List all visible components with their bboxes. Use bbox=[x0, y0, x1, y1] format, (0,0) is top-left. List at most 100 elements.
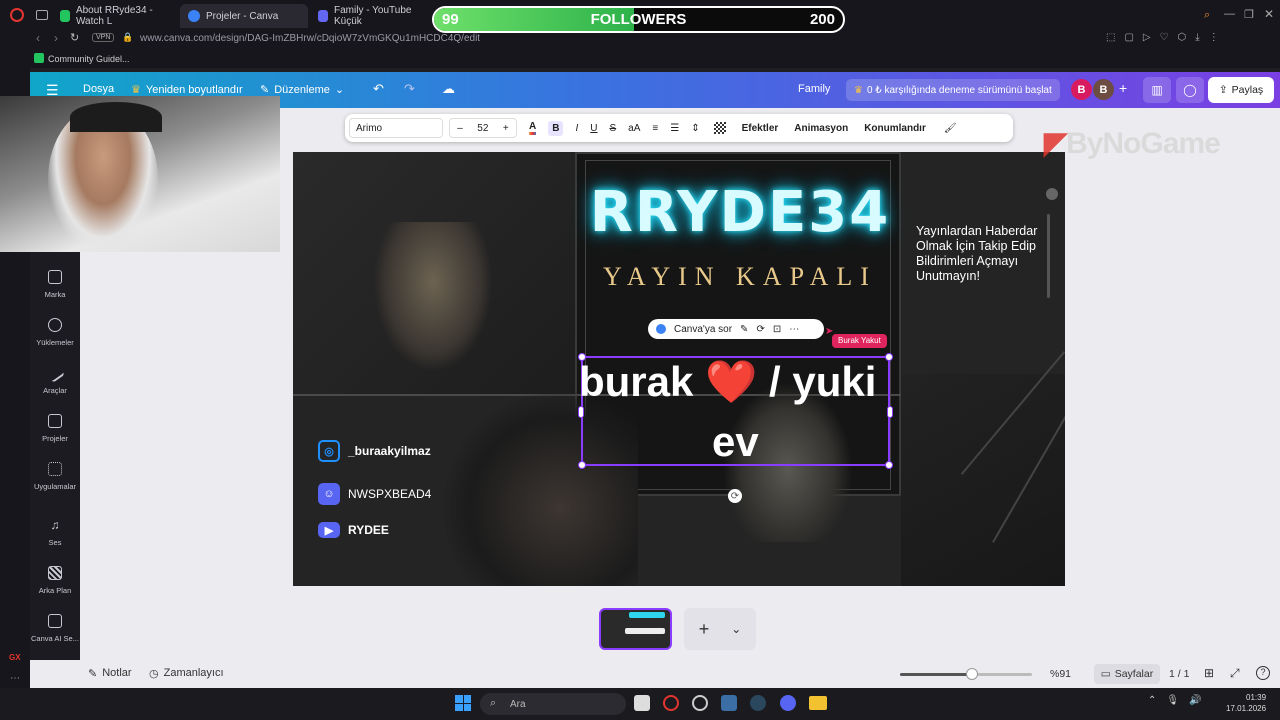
url-field[interactable]: www.canva.com/design/DAG-ImZBHrw/cDqioW7… bbox=[140, 33, 480, 44]
stream-offline-title[interactable]: YAYIN KAPALI bbox=[580, 262, 900, 292]
resize-handle[interactable] bbox=[578, 406, 584, 418]
taskbar-clock[interactable]: 01:39 17.01.2026 bbox=[1226, 692, 1266, 714]
zoom-slider[interactable] bbox=[900, 668, 1032, 680]
sidebar-item-tools[interactable]: Araçlar bbox=[30, 363, 80, 395]
sidebar-item-brand[interactable]: Marka bbox=[30, 270, 80, 299]
social-discord[interactable]: ☺ NWSPXBEAD4 bbox=[318, 483, 431, 505]
file-menu-button[interactable]: Dosya bbox=[83, 83, 114, 95]
help-icon[interactable]: ? bbox=[1256, 666, 1270, 680]
letter-case-icon[interactable]: aA bbox=[628, 123, 640, 134]
text-color-icon[interactable]: A bbox=[529, 121, 537, 135]
gx-icon[interactable]: GX bbox=[9, 653, 21, 662]
close-icon[interactable]: ✕ bbox=[1264, 7, 1274, 21]
chevron-down-icon[interactable]: ⌄ bbox=[731, 622, 741, 636]
resize-handle[interactable] bbox=[887, 406, 893, 418]
follow-reminder-text[interactable]: Yayınlardan Haberdar Olmak İçin Takip Ed… bbox=[916, 224, 1052, 284]
transparency-icon[interactable] bbox=[713, 122, 726, 134]
undo-icon[interactable]: ↶ bbox=[373, 81, 384, 97]
share-button[interactable]: ⇪ Paylaş bbox=[1208, 77, 1274, 103]
back-icon[interactable]: ‹ bbox=[36, 31, 40, 45]
edit-mode-button[interactable]: ✎ Düzenleme ⌄ bbox=[260, 83, 344, 97]
align-center-icon[interactable]: ≡ bbox=[652, 123, 658, 134]
zoom-level[interactable]: %91 bbox=[1050, 668, 1071, 680]
insights-icon[interactable]: ▥ bbox=[1143, 77, 1171, 103]
timer-button[interactable]: ◷ Zamanlayıcı bbox=[149, 667, 224, 680]
sidebar-item-projects[interactable]: Projeler bbox=[30, 414, 80, 443]
bookmark-community-guidelines[interactable]: Community Guidel... bbox=[48, 54, 130, 64]
rotate-icon[interactable]: ⟳ bbox=[756, 324, 764, 335]
resize-handle[interactable] bbox=[885, 461, 893, 469]
neon-title[interactable]: RRYDE34 bbox=[580, 180, 900, 245]
zoom-slider-thumb[interactable] bbox=[966, 668, 978, 680]
ask-canva-pill[interactable]: Canva'ya sor ✎ ⟳ ⊡ ⋯ bbox=[648, 319, 824, 339]
sidebar-item-canva-ai[interactable]: Canva AI Se... bbox=[30, 614, 80, 643]
search-icon[interactable]: ⌕ bbox=[1204, 9, 1210, 22]
reload-icon[interactable]: ↻ bbox=[70, 31, 79, 44]
font-size-value[interactable]: 52 bbox=[477, 123, 488, 134]
sidebar-item-apps[interactable]: Uygulamalar bbox=[30, 462, 80, 491]
resize-handle[interactable] bbox=[578, 461, 586, 469]
social-instagram[interactable]: ◎ _buraakyilmaz bbox=[318, 440, 431, 462]
start-trial-button[interactable]: ♛ 0 ₺ karşılığında deneme sürümünü başlat bbox=[846, 79, 1060, 101]
copy-style-icon[interactable]: 🖌 bbox=[944, 123, 957, 134]
forward-icon[interactable]: › bbox=[54, 31, 58, 45]
font-size-stepper[interactable]: – 52 + bbox=[449, 118, 517, 138]
discord-taskbar-icon[interactable] bbox=[780, 695, 796, 711]
design-text-line2[interactable]: ev bbox=[712, 418, 759, 466]
fullscreen-icon[interactable]: ⤢ bbox=[1230, 666, 1240, 681]
system-tray-icons[interactable]: ⌃🎙🔊 bbox=[1148, 695, 1212, 706]
avatar[interactable]: B bbox=[1071, 79, 1092, 100]
strikethrough-icon[interactable]: S bbox=[609, 123, 616, 134]
animation-button[interactable]: Animasyon bbox=[794, 123, 848, 134]
photo-person-chair[interactable] bbox=[373, 222, 493, 372]
bold-icon[interactable]: B bbox=[548, 120, 564, 136]
taskbar-search[interactable]: ⌕ Ara bbox=[480, 693, 626, 715]
font-family-select[interactable]: Arimo bbox=[349, 118, 443, 138]
lock-icon[interactable]: ⊡ bbox=[773, 324, 781, 335]
tab-canva[interactable]: Projeler - Canva bbox=[180, 4, 308, 28]
maximize-icon[interactable]: ❐ bbox=[1244, 8, 1254, 21]
tab-kick[interactable]: About RRyde34 - Watch L bbox=[52, 4, 180, 28]
notes-button[interactable]: ✎ Notlar bbox=[88, 667, 132, 680]
more-icon[interactable]: ⋯ bbox=[10, 673, 20, 684]
rotate-handle-icon[interactable]: ⟳ bbox=[728, 489, 742, 503]
page-thumbnail[interactable] bbox=[599, 608, 672, 650]
tab-youtube[interactable]: Family - YouTube Küçük bbox=[310, 4, 432, 28]
effects-button[interactable]: Efektler bbox=[742, 123, 779, 134]
sidebar-item-uploads[interactable]: Yüklemeler bbox=[30, 318, 80, 347]
decrease-size-button[interactable]: – bbox=[457, 123, 463, 134]
add-collaborator-icon[interactable]: + bbox=[1119, 80, 1127, 96]
avatar[interactable]: B bbox=[1093, 79, 1114, 100]
obs-icon[interactable] bbox=[692, 695, 708, 711]
windows-start-icon[interactable] bbox=[455, 695, 471, 711]
opera-gx-logo-icon[interactable] bbox=[10, 8, 24, 22]
pages-button[interactable]: ▭ Sayfalar bbox=[1094, 664, 1160, 684]
redo-icon[interactable]: ↷ bbox=[404, 81, 415, 97]
vpn-badge[interactable]: VPN bbox=[92, 33, 115, 42]
ask-canva-label[interactable]: Canva'ya sor bbox=[674, 324, 732, 335]
sidebar-item-background[interactable]: Arka Plan bbox=[30, 566, 80, 595]
cloud-save-icon[interactable]: ☁ bbox=[442, 81, 455, 97]
spacing-icon[interactable]: ⇕ bbox=[691, 123, 699, 134]
design-text-line1[interactable]: burak ❤️ / yuki bbox=[579, 358, 876, 407]
comment-icon[interactable]: ◯ bbox=[1176, 77, 1204, 103]
tab-overview-icon[interactable] bbox=[36, 10, 48, 20]
list-icon[interactable]: ☰ bbox=[670, 123, 679, 134]
file-explorer-icon[interactable] bbox=[809, 696, 827, 710]
position-button[interactable]: Konumlandır bbox=[864, 123, 926, 134]
browser-actions-icon[interactable]: ⬚▢▷♡⬡⤓⋮ bbox=[1106, 32, 1228, 43]
grid-view-icon[interactable]: ⊞ bbox=[1204, 666, 1214, 680]
italic-icon[interactable]: I bbox=[575, 123, 578, 134]
plus-icon[interactable]: + bbox=[699, 619, 710, 640]
steam-icon[interactable] bbox=[750, 695, 766, 711]
app-icon[interactable] bbox=[721, 695, 737, 711]
magic-edit-icon[interactable]: ✎ bbox=[740, 324, 748, 335]
resize-button[interactable]: ♛ Yeniden boyutlandır bbox=[131, 83, 243, 97]
opera-gx-taskbar-icon[interactable] bbox=[663, 695, 679, 711]
social-youtube[interactable]: ▶ RYDEE bbox=[318, 522, 389, 538]
add-page-button[interactable]: + ⌄ bbox=[684, 608, 756, 650]
more-options-icon[interactable]: ⋯ bbox=[789, 324, 799, 335]
increase-size-button[interactable]: + bbox=[503, 123, 509, 134]
sidebar-item-audio[interactable]: ♫ Ses bbox=[30, 518, 80, 547]
underline-icon[interactable]: U bbox=[590, 123, 597, 134]
